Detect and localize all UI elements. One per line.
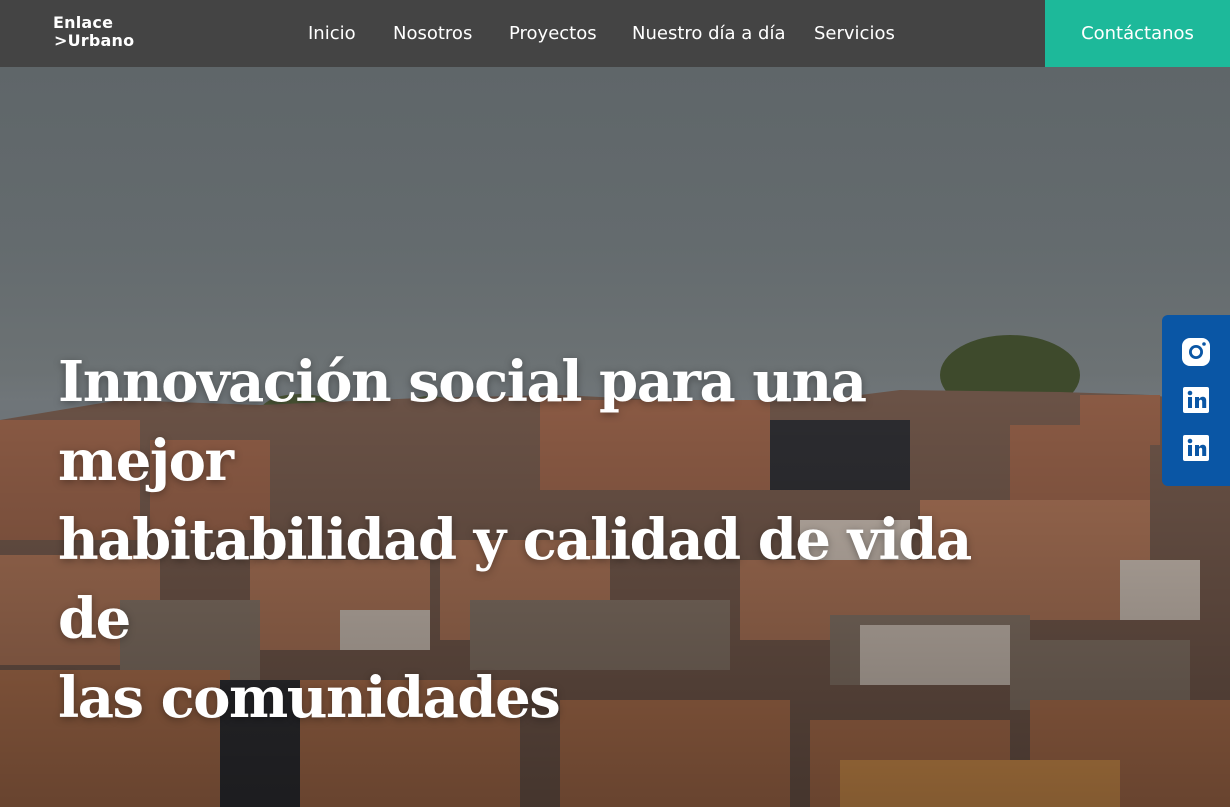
nav-item-nuestro-dia[interactable]: Nuestro día a día (632, 23, 786, 45)
social-sidebar (1162, 315, 1230, 486)
nav-item-inicio[interactable]: Inicio (308, 23, 356, 45)
hero-headline: Innovación social para una mejor habitab… (58, 343, 1018, 738)
nav-item-proyectos[interactable]: Proyectos (509, 23, 597, 45)
logo[interactable]: Enlace >Urbano (53, 14, 134, 50)
nav-item-nosotros[interactable]: Nosotros (393, 23, 472, 45)
nav-item-servicios[interactable]: Servicios (814, 23, 895, 45)
headline-line-1: Innovación social para una mejor (58, 349, 867, 494)
logo-line-2: >Urbano (54, 31, 135, 50)
headline-line-2: habitabilidad y calidad de vida de (58, 507, 972, 652)
contact-button[interactable]: Contáctanos (1045, 0, 1230, 67)
linkedin-icon[interactable] (1180, 432, 1212, 464)
instagram-icon[interactable] (1180, 336, 1212, 368)
navbar: Enlace >Urbano Inicio Nosotros Proyectos… (0, 0, 1230, 67)
logo-line-1: Enlace (53, 13, 114, 32)
linkedin-icon[interactable] (1180, 384, 1212, 416)
headline-line-3: las comunidades (58, 665, 561, 731)
